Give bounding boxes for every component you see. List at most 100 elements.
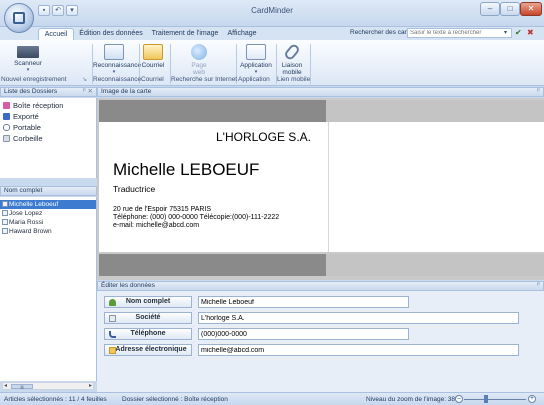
window-title: CardMinder: [251, 6, 293, 15]
card-frame-bottom: [99, 254, 326, 276]
group-launcher-icon[interactable]: ↘: [82, 76, 87, 83]
folder-mobile[interactable]: Portable: [3, 123, 41, 132]
scanner-dropdown-icon[interactable]: ▾: [11, 67, 45, 73]
recognition-icon: [104, 44, 124, 60]
group-label-reco: Reconnaissance: [93, 76, 142, 83]
web-page-button[interactable]: Page web: [186, 44, 212, 76]
pin-close-icon[interactable]: ᴾ ✕: [83, 88, 93, 96]
application-icon: [246, 44, 266, 60]
zoom-slider-thumb[interactable]: [484, 395, 488, 403]
application-dropdown-icon[interactable]: ▾: [239, 69, 273, 75]
phone-icon: [109, 331, 116, 338]
tab-edition-donnees[interactable]: Édition des données: [77, 28, 145, 40]
pin-icon[interactable]: ᴾ: [537, 282, 540, 290]
company-icon: [109, 315, 116, 322]
status-selected: Articles sélectionnés : 1: [4, 396, 73, 403]
inbox-icon: [3, 102, 10, 109]
ribbon: Scanneur ▾ Reconnaissance ▾ Courriel Pag…: [0, 40, 544, 86]
company-label: Société: [104, 312, 192, 324]
tab-traitement-image[interactable]: Traitement de l'image: [150, 28, 220, 40]
envelope-icon: [143, 44, 163, 60]
email-field[interactable]: [198, 344, 519, 356]
export-icon: [3, 113, 10, 120]
card-email-text: e-mail: michelle@abcd.com: [113, 222, 200, 229]
card-icon: [2, 219, 8, 225]
scroll-thumb[interactable]: |||: [11, 384, 33, 389]
card-icon: [2, 228, 8, 234]
card-divider: [328, 122, 329, 252]
folder-list: Boîte réception Exporté Portable Corbeil…: [0, 98, 97, 178]
phone-field[interactable]: [198, 328, 409, 340]
tab-affichage[interactable]: Affichage: [224, 28, 260, 40]
card-phone-text: Téléphone: (000) 000-0000 Télécopie:(000…: [113, 214, 280, 221]
group-label-application: Application: [238, 76, 270, 83]
maximize-button[interactable]: □: [500, 2, 520, 16]
group-label-nouvel: Nouvel enregistrement: [1, 76, 67, 83]
search-clear-icon[interactable]: ✖: [527, 28, 537, 38]
phone-label: Téléphone: [104, 328, 192, 340]
card-image-view: L'HORLOGE S.A. Michelle LEBOEUF Traductr…: [97, 98, 544, 280]
folders-pane-header: Liste des Dossiers ᴾ ✕: [0, 87, 97, 97]
group-label-mobile: Lien mobile: [277, 76, 311, 83]
recognition-dropdown-icon[interactable]: ▾: [93, 69, 135, 75]
scanner-icon: [17, 46, 39, 58]
card-icon: [2, 210, 8, 216]
email-button[interactable]: Courriel: [140, 44, 166, 69]
list-item[interactable]: Maria Rossi: [0, 218, 96, 227]
names-pane-header: Nom complet: [0, 186, 97, 196]
horizontal-scrollbar[interactable]: ◂ ||| ▸: [2, 382, 94, 390]
zoom-in-button[interactable]: +: [528, 395, 536, 403]
search-input[interactable]: [407, 28, 512, 38]
folder-trash[interactable]: Corbeille: [3, 134, 43, 143]
search-go-icon[interactable]: ✔: [515, 28, 525, 38]
trash-icon: [3, 135, 10, 142]
recognition-button[interactable]: Reconnaissance ▾: [93, 44, 141, 75]
business-card-image: L'HORLOGE S.A. Michelle LEBOEUF Traductr…: [99, 122, 544, 252]
tab-accueil[interactable]: Accueil: [38, 28, 74, 40]
group-label-internet: Recherche sur Internet: [171, 76, 238, 83]
edit-data-form: Nom complet Société Téléphone Adresse él…: [97, 291, 544, 392]
card-company-text: L'HORLOGE S.A.: [216, 130, 311, 144]
card-frame-top-right: [326, 100, 544, 122]
mobile-link-icon: [3, 124, 10, 131]
person-icon: [109, 299, 116, 306]
mobile-link-button[interactable]: Liaison mobile: [279, 42, 305, 76]
status-folder: Dossier sélectionné : Boîte réception: [122, 396, 228, 403]
card-frame-top: [99, 100, 326, 122]
card-name-text: Michelle LEBOEUF: [113, 160, 260, 179]
app-orb-icon: [13, 12, 25, 24]
pin-icon[interactable]: ᴾ: [537, 88, 540, 96]
full-name-label: Nom complet: [104, 296, 192, 308]
status-sheets: 1 / 4 feuilles: [72, 396, 107, 403]
status-zoom-text: Niveau du zoom de l'image: 38%: [366, 396, 461, 403]
application-button[interactable]: Application ▾: [239, 44, 273, 75]
group-label-courriel: Courriel: [141, 76, 164, 83]
status-bar: Articles sélectionnés : 1 1 / 4 feuilles…: [0, 392, 544, 405]
scroll-left-icon[interactable]: ◂: [4, 383, 7, 390]
search-dropdown-icon[interactable]: ▾: [504, 29, 507, 36]
zoom-slider[interactable]: [464, 399, 526, 400]
list-item[interactable]: Haward Brown: [0, 227, 96, 236]
minimize-button[interactable]: –: [480, 2, 500, 16]
folder-inbox[interactable]: Boîte réception: [3, 101, 63, 110]
list-item[interactable]: Jose Lopez: [0, 209, 96, 218]
card-icon: [2, 201, 8, 207]
scroll-right-icon[interactable]: ▸: [89, 383, 92, 390]
scanner-button[interactable]: Scanneur ▾: [11, 44, 45, 73]
folder-exported[interactable]: Exporté: [3, 112, 39, 121]
company-field[interactable]: [198, 312, 519, 324]
link-icon: [283, 42, 301, 62]
card-job-text: Traductrice: [113, 184, 156, 194]
edit-pane-header: Éditer les données ᴾ: [97, 281, 544, 291]
card-list: Michelle Leboeuf Jose Lopez Maria Rossi …: [0, 197, 97, 381]
card-image-pane-header: Image de la carte ᴾ: [97, 87, 544, 97]
close-button[interactable]: ✕: [520, 2, 542, 16]
title-bar: ▪ ↶ ▾ CardMinder – □ ✕: [0, 0, 544, 27]
email-label: Adresse électronique: [104, 344, 192, 356]
envelope-icon: [109, 347, 116, 354]
full-name-field[interactable]: [198, 296, 409, 308]
list-item[interactable]: Michelle Leboeuf: [0, 200, 96, 209]
globe-icon: [191, 44, 207, 60]
zoom-out-button[interactable]: –: [455, 395, 463, 403]
app-menu-button[interactable]: [4, 3, 34, 33]
